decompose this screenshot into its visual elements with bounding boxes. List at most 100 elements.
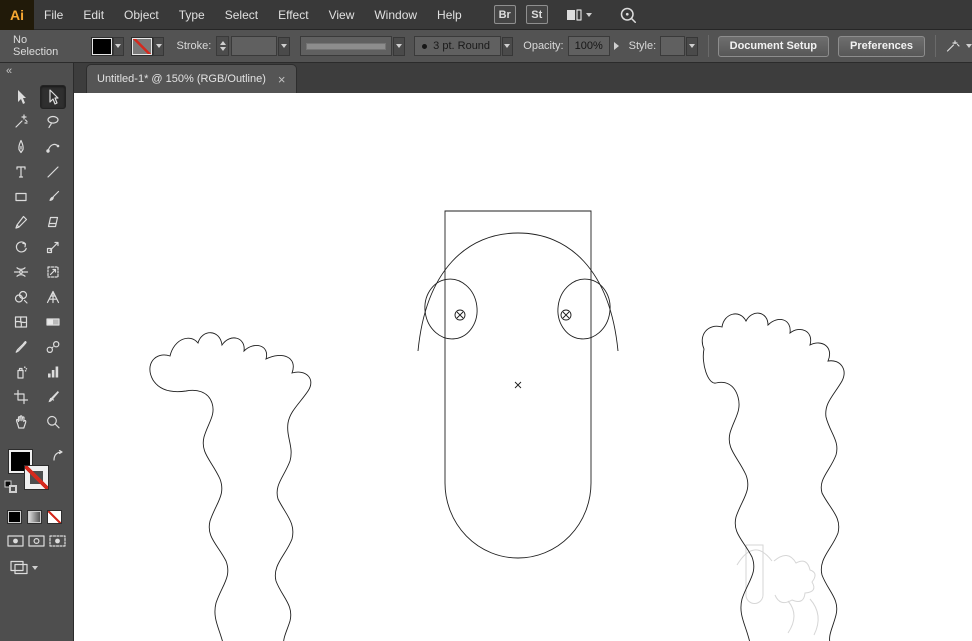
rotate-tool[interactable]: [8, 235, 34, 259]
stroke-weight-combo[interactable]: [230, 36, 277, 56]
step-up-icon[interactable]: [219, 41, 226, 45]
pen-tool[interactable]: [8, 135, 34, 159]
artboard-tool[interactable]: [8, 385, 34, 409]
column-graph-tool[interactable]: [40, 360, 66, 384]
stroke-color-swatch[interactable]: [132, 37, 152, 55]
curvature-tool[interactable]: [40, 135, 66, 159]
collapse-panel-button[interactable]: «: [0, 63, 73, 79]
menu-effect[interactable]: Effect: [268, 0, 318, 30]
artwork-head-arc[interactable]: [417, 232, 619, 352]
close-icon[interactable]: ×: [278, 73, 286, 86]
gradient-tool[interactable]: [40, 310, 66, 334]
step-down-icon[interactable]: [219, 47, 226, 51]
stroke-proxy-swatch[interactable]: [25, 466, 48, 489]
paintbrush-icon: [49, 190, 59, 201]
illustrator-window: { "app": { "logo_text": "Ai" }, "menubar…: [0, 0, 972, 641]
anchor-marker-left[interactable]: [454, 309, 466, 321]
stock-button[interactable]: St: [525, 5, 548, 24]
document-setup-button[interactable]: Document Setup: [717, 35, 830, 57]
blend-icon: [46, 340, 59, 354]
magic-wand-tool[interactable]: [8, 110, 34, 134]
blend-tool[interactable]: [40, 335, 66, 359]
zoom-tool[interactable]: [40, 410, 66, 434]
pen-icon: [17, 139, 24, 154]
width-profile-dropdown[interactable]: [393, 36, 406, 56]
column-graph-icon: [47, 366, 58, 378]
selection-tool[interactable]: [8, 85, 34, 109]
eyedropper-icon: [15, 340, 27, 353]
artwork-right-hand[interactable]: [701, 312, 845, 641]
hand-tool[interactable]: [8, 410, 34, 434]
menu-window[interactable]: Window: [364, 0, 427, 30]
divider: [935, 35, 937, 57]
stroke-label: Stroke:: [176, 40, 212, 52]
artwork-left-eye[interactable]: [421, 276, 481, 343]
canvas[interactable]: [74, 93, 972, 641]
menu-view[interactable]: View: [319, 0, 365, 30]
menu-edit[interactable]: Edit: [73, 0, 114, 30]
gradient-button[interactable]: [27, 510, 42, 524]
menu-select[interactable]: Select: [215, 0, 268, 30]
menu-file[interactable]: File: [34, 0, 73, 30]
type-tool[interactable]: [8, 160, 34, 184]
eraser-tool[interactable]: [40, 210, 66, 234]
draw-normal-icon[interactable]: [7, 534, 24, 548]
artwork-left-hand[interactable]: [149, 332, 312, 641]
screen-mode-button[interactable]: [0, 560, 73, 575]
shape-builder-tool[interactable]: [8, 285, 34, 309]
search-button[interactable]: [618, 5, 638, 25]
lasso-tool[interactable]: [40, 110, 66, 134]
artwork-right-eye[interactable]: [554, 276, 614, 343]
perspective-grid-tool[interactable]: [40, 285, 66, 309]
pencil-tool[interactable]: [8, 210, 34, 234]
direct-selection-arrow-icon: [48, 89, 59, 105]
draw-inside-icon[interactable]: [49, 534, 66, 548]
fill-color-dropdown[interactable]: [112, 36, 125, 56]
free-transform-tool[interactable]: [40, 260, 66, 284]
select-similar-options[interactable]: [944, 38, 972, 54]
anchor-marker-right[interactable]: [560, 309, 572, 321]
draw-behind-icon[interactable]: [28, 534, 45, 548]
none-button[interactable]: [47, 510, 62, 524]
opacity-panel-chevron-icon[interactable]: [613, 42, 619, 50]
menu-type[interactable]: Type: [169, 0, 215, 30]
stroke-weight-dropdown[interactable]: [277, 36, 290, 56]
swap-fill-stroke-icon[interactable]: [52, 450, 66, 463]
center-point-marker: [514, 381, 522, 389]
fill-color-swatch[interactable]: [91, 37, 112, 55]
symbol-sprayer-icon: [16, 366, 27, 379]
color-button[interactable]: [7, 510, 22, 524]
opacity-field[interactable]: 100%: [567, 36, 610, 56]
document-tab-title: Untitled-1* @ 150% (RGB/Outline): [97, 73, 266, 85]
stroke-color-dropdown[interactable]: [152, 36, 165, 56]
direct-selection-tool[interactable]: [39, 85, 66, 109]
menu-object[interactable]: Object: [114, 0, 169, 30]
preferences-button[interactable]: Preferences: [838, 35, 926, 57]
style-dropdown[interactable]: [685, 36, 698, 56]
style-label: Style:: [628, 40, 657, 52]
width-profile-combo[interactable]: [299, 36, 393, 56]
line-segment-tool[interactable]: [40, 160, 66, 184]
symbol-sprayer-tool[interactable]: [8, 360, 34, 384]
style-combo[interactable]: [660, 36, 685, 56]
brush-definition-dropdown[interactable]: [501, 36, 514, 56]
slice-tool[interactable]: [40, 385, 66, 409]
brush-definition-combo[interactable]: 3 pt. Round: [414, 36, 501, 56]
stroke-weight-stepper[interactable]: [216, 36, 229, 56]
default-fill-stroke-icon[interactable]: [4, 480, 17, 493]
chevron-down-icon: [585, 12, 592, 17]
eyedropper-tool[interactable]: [8, 335, 34, 359]
workspace-switcher[interactable]: [566, 8, 592, 22]
gradient-icon: [45, 318, 60, 326]
rotate-icon: [15, 241, 27, 253]
paintbrush-tool[interactable]: [40, 185, 66, 209]
slice-icon: [48, 391, 59, 403]
bridge-button[interactable]: Br: [493, 5, 516, 24]
width-tool[interactable]: [8, 260, 34, 284]
search-icon: [620, 7, 636, 23]
document-tab[interactable]: Untitled-1* @ 150% (RGB/Outline) ×: [86, 64, 297, 93]
mesh-tool[interactable]: [8, 310, 34, 334]
rectangle-tool[interactable]: [8, 185, 34, 209]
scale-tool[interactable]: [40, 235, 66, 259]
menu-help[interactable]: Help: [427, 0, 472, 30]
